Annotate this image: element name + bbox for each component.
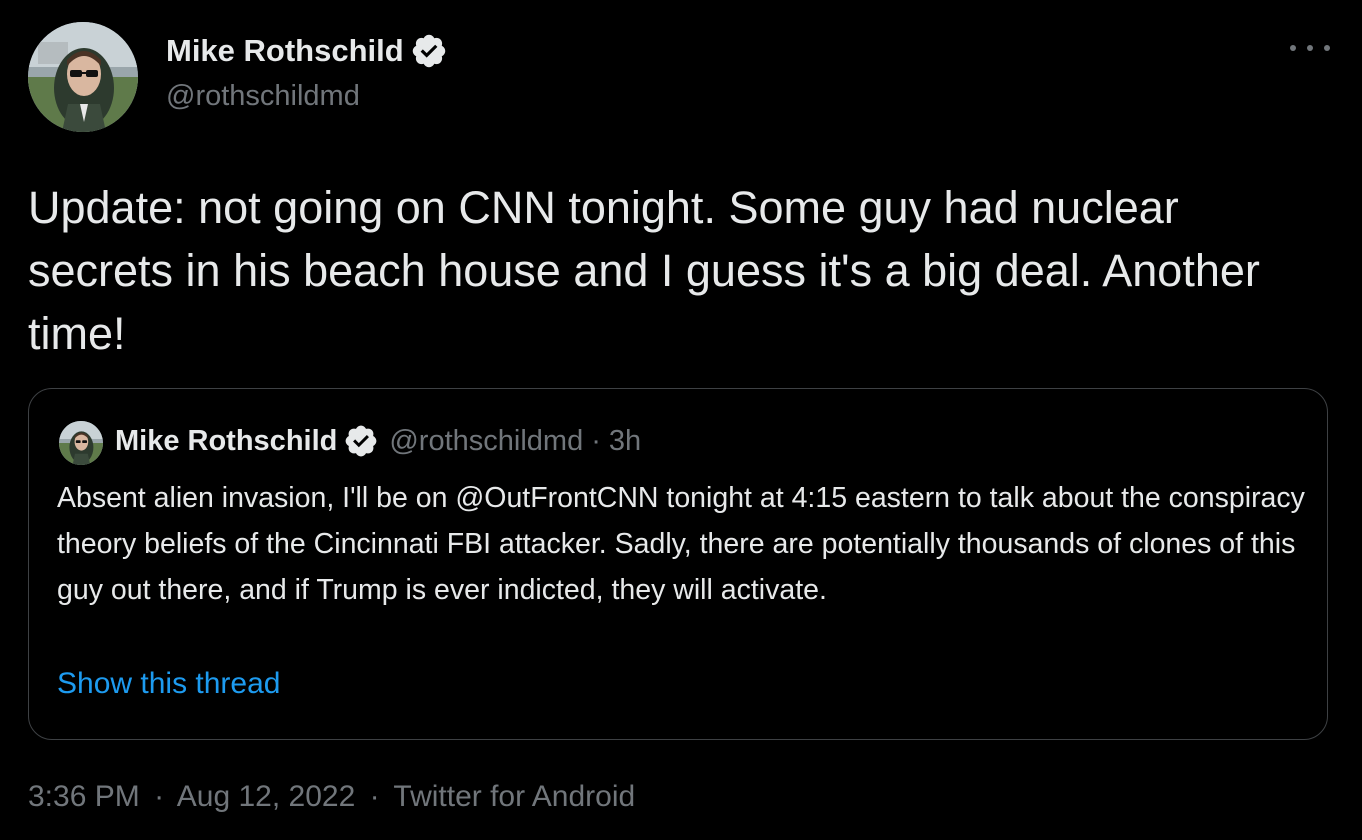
quoted-author-avatar [59, 421, 103, 465]
quoted-author-name: Mike Rothschild [115, 424, 338, 457]
more-options-icon[interactable] [1290, 30, 1330, 66]
tweet-text: Update: not going on CNN tonight. Some g… [28, 182, 1260, 359]
tweet-date[interactable]: Aug 12, 2022 [177, 780, 356, 813]
quoted-tweet-text: Absent alien invasion, I'll be on @OutFr… [57, 482, 1305, 606]
author-name-row[interactable]: Mike Rothschild [166, 32, 448, 70]
dot [1290, 45, 1296, 51]
quoted-tweet-header: Mike Rothschild @rothschildmd · 3h [115, 423, 641, 459]
quoted-separator: · [591, 424, 601, 457]
tweet-time[interactable]: 3:36 PM [28, 780, 140, 813]
author-handle[interactable]: @rothschildmd [166, 80, 360, 113]
show-thread-link[interactable]: Show this thread [57, 667, 280, 701]
author-avatar[interactable] [28, 22, 138, 132]
author-name[interactable]: Mike Rothschild [166, 33, 404, 69]
tweet: Mike Rothschild @rothschildmd Update: no… [0, 0, 1362, 840]
quoted-author-handle: @rothschildmd [389, 424, 584, 457]
quoted-tweet[interactable]: Mike Rothschild @rothschildmd · 3h Absen… [28, 388, 1328, 740]
dot [1307, 45, 1313, 51]
dot [1324, 45, 1330, 51]
footer-separator: · [369, 780, 380, 813]
footer-separator: · [154, 780, 165, 813]
quoted-timestamp: 3h [608, 424, 642, 457]
tweet-footer: 3:36 PM · Aug 12, 2022 · Twitter for And… [28, 780, 635, 814]
verified-badge-icon [343, 423, 379, 459]
verified-badge-icon [410, 32, 448, 70]
tweet-source[interactable]: Twitter for Android [393, 780, 635, 813]
